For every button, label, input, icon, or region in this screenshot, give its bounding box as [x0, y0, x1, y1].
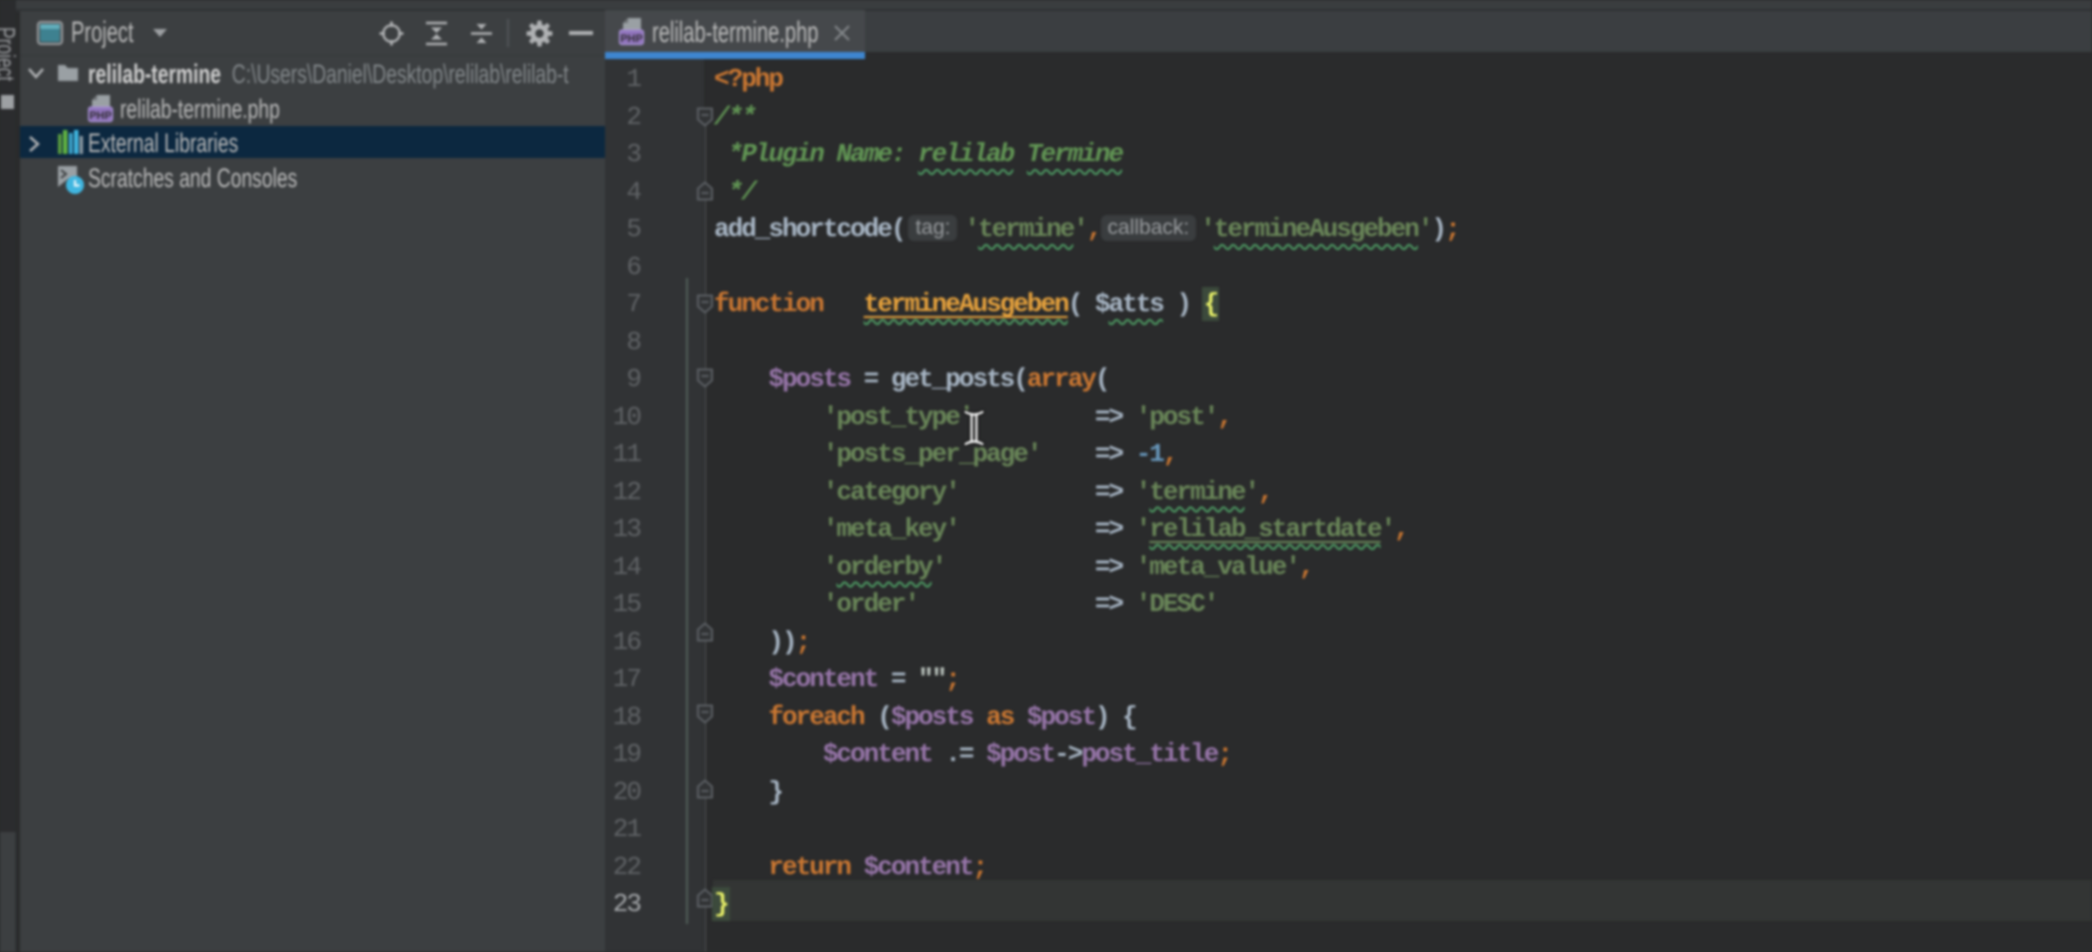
svg-text:PHP: PHP	[620, 33, 643, 45]
svg-text:PHP: PHP	[89, 110, 112, 122]
